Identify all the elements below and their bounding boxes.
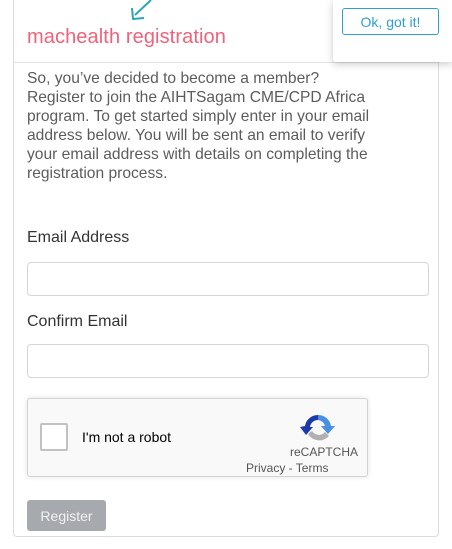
recaptcha-label: I'm not a robot [82, 429, 172, 445]
recaptcha-brand: reCAPTCHA [290, 445, 359, 459]
recaptcha-links: Privacy - Terms [246, 461, 328, 475]
page-title: machealth registration [27, 26, 226, 48]
email-label: Email Address [27, 229, 130, 246]
arrow-pointer-icon [131, 0, 152, 20]
ok-got-it-button[interactable]: Ok, got it! [342, 8, 439, 35]
recaptcha-link-separator: - [285, 461, 296, 475]
title-divider [14, 62, 438, 63]
recaptcha-widget: I'm not a robot reCAPTCHA Privacy - Term… [27, 398, 368, 477]
confirm-email-label: Confirm Email [27, 313, 128, 330]
cookie-popover: Ok, got it! [333, 0, 452, 62]
recaptcha-terms-link[interactable]: Terms [296, 461, 329, 475]
register-button[interactable]: Register [27, 500, 106, 531]
intro-text: So, you’ve decided to become a member? R… [27, 70, 370, 182]
recaptcha-privacy-link[interactable]: Privacy [246, 461, 285, 475]
recaptcha-checkbox[interactable] [40, 423, 68, 451]
registration-card: machealth registration So, you’ve decide… [13, 0, 439, 537]
recaptcha-logo-icon [300, 414, 335, 441]
email-field[interactable] [27, 262, 429, 296]
confirm-email-field[interactable] [27, 344, 429, 378]
